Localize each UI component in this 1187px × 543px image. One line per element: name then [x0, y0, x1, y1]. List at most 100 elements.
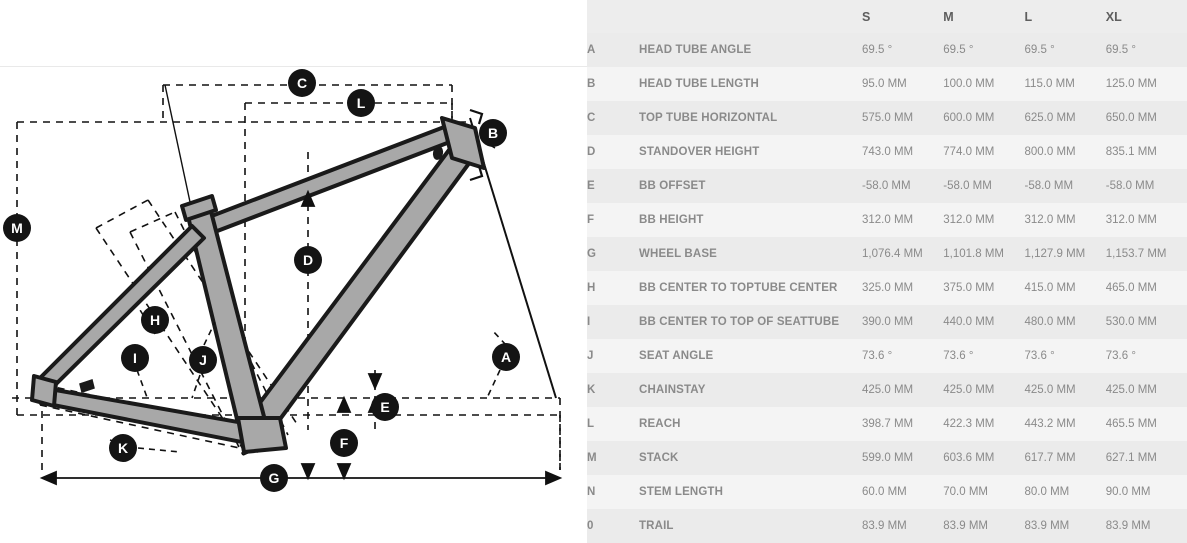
row-value-s: 575.0 MM [862, 101, 944, 135]
row-letter: G [587, 237, 639, 271]
leader-a-upper [491, 329, 507, 346]
row-value-l: 625.0 MM [1024, 101, 1106, 135]
marker-g-label: G [269, 470, 280, 486]
row-value-l: 480.0 MM [1024, 305, 1106, 339]
row-letter: K [587, 373, 639, 407]
table-header: S M L XL [587, 0, 1187, 33]
row-value-l: 415.0 MM [1024, 271, 1106, 305]
row-value-s: 1,076.4 MM [862, 237, 944, 271]
row-value-m: 69.5 ° [943, 33, 1025, 67]
row-value-m: 312.0 MM [943, 203, 1025, 237]
marker-h: H [141, 306, 169, 334]
row-label: STANDOVER HEIGHT [639, 135, 862, 169]
geometry-table: S M L XL A HEAD TUBE ANGLE 69.5 ° 69.5 °… [587, 0, 1187, 543]
marker-m: M [3, 214, 31, 242]
row-value-l: 617.7 MM [1024, 441, 1106, 475]
row-value-s: 60.0 MM [862, 475, 944, 509]
row-value-l: 312.0 MM [1024, 203, 1106, 237]
arrow-g-head-left [39, 470, 57, 486]
table-row: E BB OFFSET -58.0 MM -58.0 MM -58.0 MM -… [587, 169, 1187, 203]
marker-i-label: I [133, 350, 137, 366]
header-size-m: M [943, 0, 1025, 33]
row-value-s: 73.6 ° [862, 339, 944, 373]
marker-e-label: E [380, 399, 389, 415]
row-value-m: 603.6 MM [943, 441, 1025, 475]
table-row: B HEAD TUBE LENGTH 95.0 MM 100.0 MM 115.… [587, 67, 1187, 101]
row-value-xl: 1,153.7 MM [1105, 237, 1187, 271]
row-value-m: 425.0 MM [943, 373, 1025, 407]
row-value-m: 70.0 MM [943, 475, 1025, 509]
table-row: G WHEEL BASE 1,076.4 MM 1,101.8 MM 1,127… [587, 237, 1187, 271]
row-value-s: 312.0 MM [862, 203, 944, 237]
marker-l: L [347, 89, 375, 117]
row-value-m: 440.0 MM [943, 305, 1025, 339]
row-value-s: 95.0 MM [862, 67, 944, 101]
row-value-l: 425.0 MM [1024, 373, 1106, 407]
frame-shape [30, 116, 486, 454]
row-value-s: 69.5 ° [862, 33, 944, 67]
row-label: STACK [639, 441, 862, 475]
header-row: S M L XL [587, 0, 1187, 33]
table-row: J SEAT ANGLE 73.6 ° 73.6 ° 73.6 ° 73.6 ° [587, 339, 1187, 373]
row-value-xl: 627.1 MM [1105, 441, 1187, 475]
header-size-xl: XL [1105, 0, 1187, 33]
geometry-drawing: M C L B D H I J A E F K G [0, 66, 587, 492]
marker-a: A [492, 343, 520, 371]
row-label: BB CENTER TO TOP OF SEATTUBE [639, 305, 862, 339]
table-body: A HEAD TUBE ANGLE 69.5 ° 69.5 ° 69.5 ° 6… [587, 33, 1187, 543]
table-row: L REACH 398.7 MM 422.3 MM 443.2 MM 465.5… [587, 407, 1187, 441]
arrow-e-head-down [367, 373, 383, 391]
row-letter: I [587, 305, 639, 339]
table-row: N STEM LENGTH 60.0 MM 70.0 MM 80.0 MM 90… [587, 475, 1187, 509]
header-size-s: S [862, 0, 944, 33]
marker-b: B [479, 119, 507, 147]
row-letter: J [587, 339, 639, 373]
marker-h-label: H [150, 312, 160, 328]
table-row: M STACK 599.0 MM 603.6 MM 617.7 MM 627.1… [587, 441, 1187, 475]
marker-c-label: C [297, 75, 307, 91]
row-label: BB CENTER TO TOPTUBE CENTER [639, 271, 862, 305]
row-value-m: 774.0 MM [943, 135, 1025, 169]
table-row: F BB HEIGHT 312.0 MM 312.0 MM 312.0 MM 3… [587, 203, 1187, 237]
leader-i [136, 369, 149, 401]
marker-j-label: J [199, 352, 207, 368]
marker-c: C [288, 69, 316, 97]
marker-j: J [189, 346, 217, 374]
row-label: BB HEIGHT [639, 203, 862, 237]
row-value-l: -58.0 MM [1024, 169, 1106, 203]
row-value-l: 1,127.9 MM [1024, 237, 1106, 271]
marker-d-label: D [303, 252, 313, 268]
row-value-xl: 835.1 MM [1105, 135, 1187, 169]
header-label [639, 0, 862, 33]
marker-e: E [371, 393, 399, 421]
marker-a-label: A [501, 349, 511, 365]
row-label: WHEEL BASE [639, 237, 862, 271]
table-row: I BB CENTER TO TOP OF SEATTUBE 390.0 MM … [587, 305, 1187, 339]
table-row: H BB CENTER TO TOPTUBE CENTER 325.0 MM 3… [587, 271, 1187, 305]
row-value-xl: 312.0 MM [1105, 203, 1187, 237]
marker-f-label: F [340, 435, 349, 451]
table-row: C TOP TUBE HORIZONTAL 575.0 MM 600.0 MM … [587, 101, 1187, 135]
row-letter: B [587, 67, 639, 101]
leader-a-lower [486, 369, 501, 399]
table-row: D STANDOVER HEIGHT 743.0 MM 774.0 MM 800… [587, 135, 1187, 169]
arrow-f-head-down [336, 463, 352, 481]
guide-h-top-cap [95, 199, 149, 229]
row-letter: N [587, 475, 639, 509]
row-value-s: 743.0 MM [862, 135, 944, 169]
row-value-l: 80.0 MM [1024, 475, 1106, 509]
row-letter: A [587, 33, 639, 67]
row-value-s: 390.0 MM [862, 305, 944, 339]
row-value-m: 600.0 MM [943, 101, 1025, 135]
row-label: HEAD TUBE LENGTH [639, 67, 862, 101]
row-value-xl: 530.0 MM [1105, 305, 1187, 339]
marker-i: I [121, 344, 149, 372]
row-value-m: 1,101.8 MM [943, 237, 1025, 271]
row-label: TOP TUBE HORIZONTAL [639, 101, 862, 135]
leader-j-lower [191, 374, 201, 399]
row-letter: E [587, 169, 639, 203]
bike-geometry-diagram: M C L B D H I J A E F K G [0, 0, 587, 538]
arrow-f-head-up [336, 395, 352, 413]
row-letter: C [587, 101, 639, 135]
table-row: A HEAD TUBE ANGLE 69.5 ° 69.5 ° 69.5 ° 6… [587, 33, 1187, 67]
